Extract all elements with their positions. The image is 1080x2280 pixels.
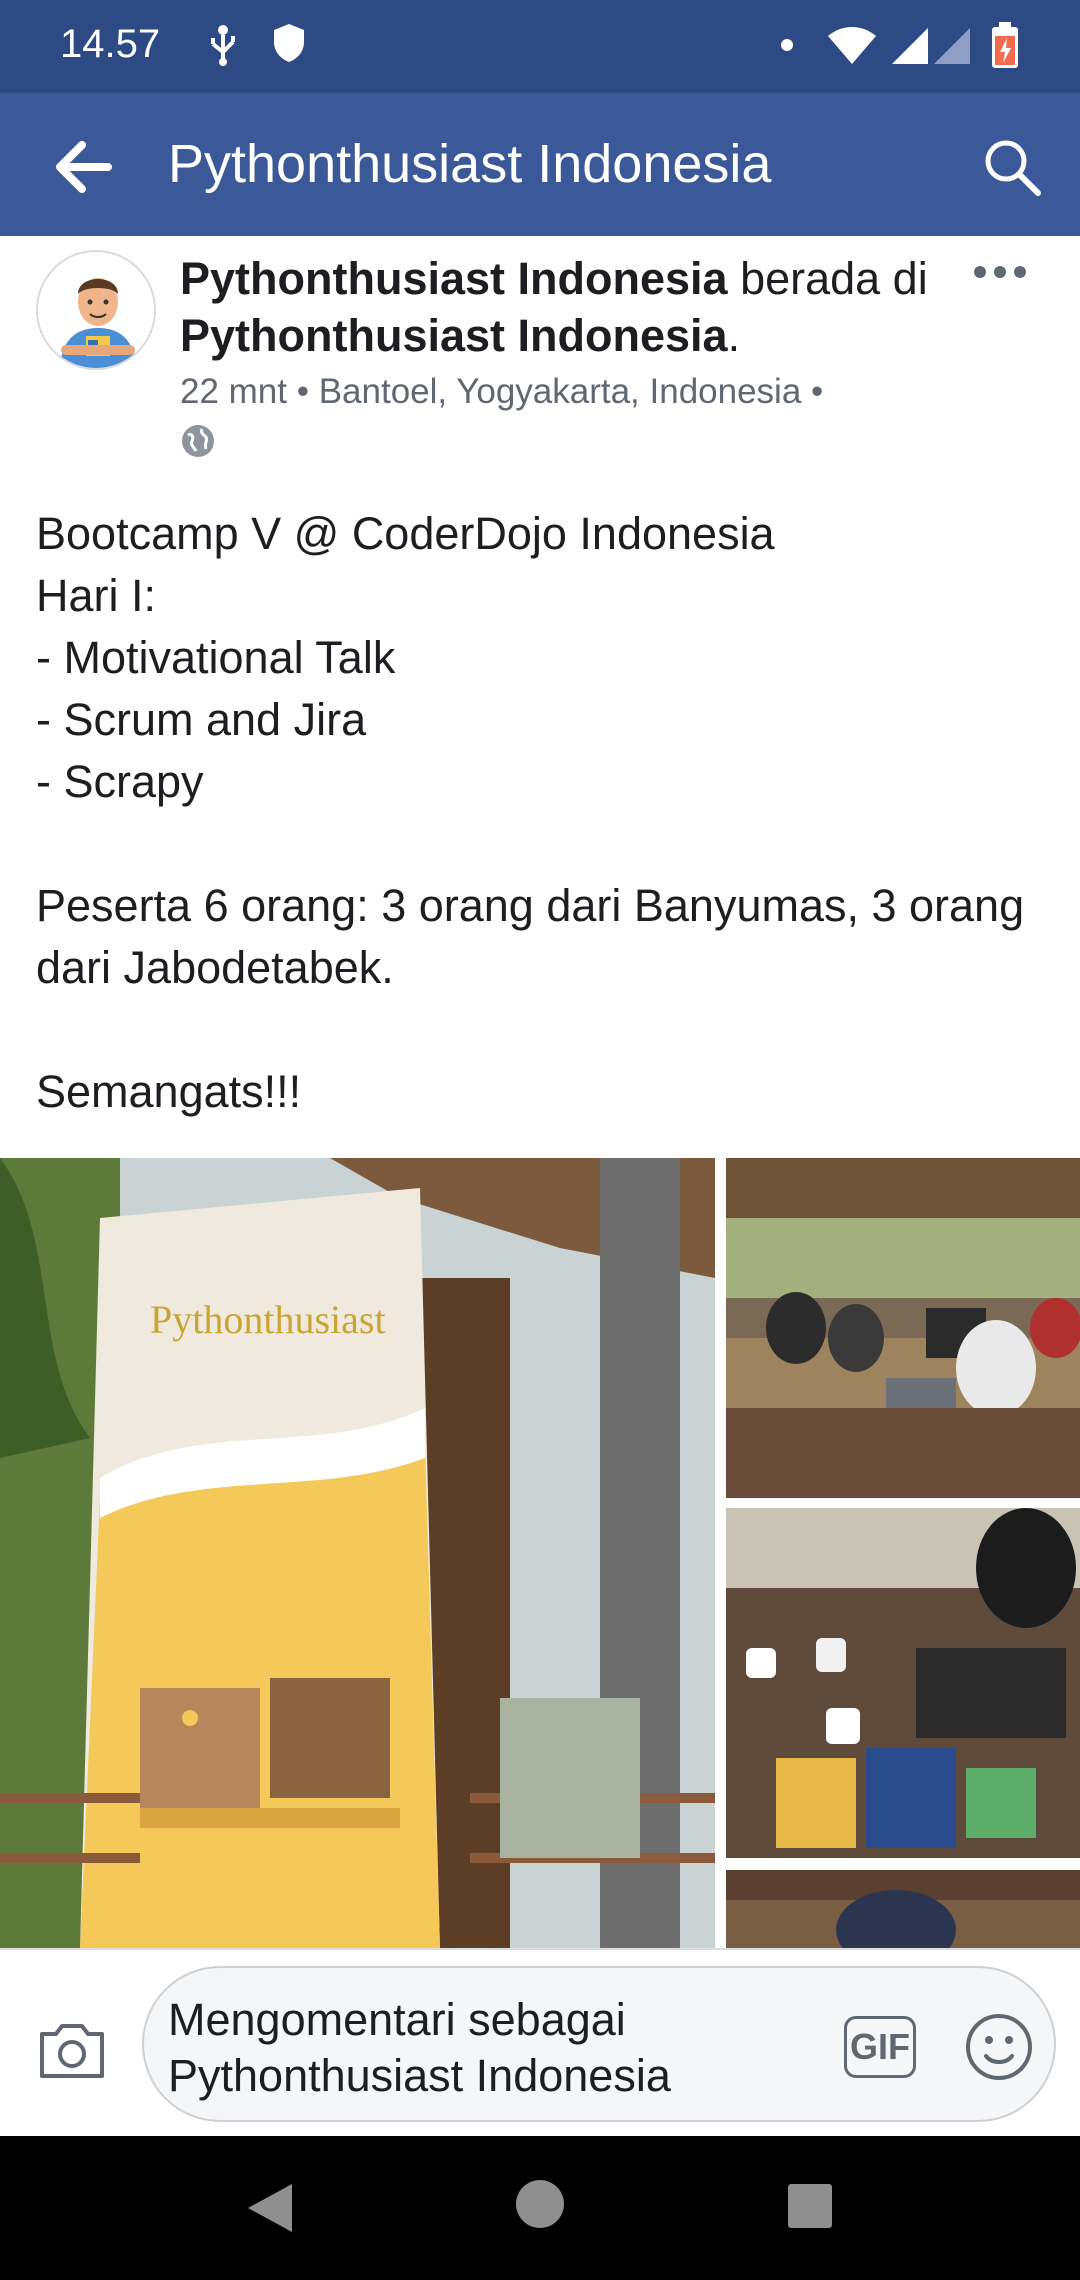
status-time: 14.57: [60, 22, 161, 66]
signal-icon: [892, 28, 970, 64]
comment-bar: Mengomentari sebagai Pythonthusiast Indo…: [0, 1948, 1080, 2136]
usb-debug-icon: [211, 25, 235, 66]
comment-placeholder: Mengomentari sebagai Pythonthusiast Indo…: [168, 1994, 671, 2101]
nav-recent-icon[interactable]: [788, 2184, 832, 2228]
workshop-photo-2[interactable]: [726, 1508, 1080, 1858]
comment-input[interactable]: Mengomentari sebagai Pythonthusiast Indo…: [142, 1966, 1056, 2122]
banner-photo[interactable]: Pythonthusiast: [0, 1158, 715, 1948]
battery-charging-icon: [992, 22, 1018, 68]
smiley-icon[interactable]: [964, 2012, 1034, 2082]
location-page-name[interactable]: Pythonthusiast Indonesia: [180, 310, 728, 361]
header-connector: berada di: [727, 253, 928, 304]
shield-icon: [274, 24, 304, 62]
banner-photo-illustration: Pythonthusiast: [0, 1158, 715, 1948]
avatar-illustration: [38, 252, 154, 368]
post-body: Bootcamp V @ CoderDojo Indonesia Hari I:…: [36, 508, 1025, 1117]
post-meta[interactable]: 22 mnt • Bantoel, Yogyakarta, Indonesia …: [180, 372, 823, 412]
app-bar: Pythonthusiast Indonesia: [0, 93, 1080, 236]
search-icon[interactable]: [976, 131, 1048, 203]
wifi-icon: [828, 27, 876, 64]
nav-back-icon[interactable]: [240, 2180, 300, 2236]
header-trailing: .: [727, 310, 741, 361]
post-header: Pythonthusiast Indonesia berada di Pytho…: [180, 250, 940, 364]
system-nav-bar: [0, 2136, 1080, 2280]
workshop-photo-3[interactable]: [726, 1870, 1080, 1948]
dot-icon: [781, 39, 793, 51]
globe-icon: [182, 425, 214, 457]
workshop-photo-1[interactable]: [726, 1158, 1080, 1498]
author-avatar[interactable]: [36, 250, 156, 370]
workshop-photo-2-illustration: [726, 1508, 1080, 1858]
workshop-photo-1-illustration: [726, 1158, 1080, 1498]
status-bar: 14.57: [0, 0, 1080, 93]
gif-button[interactable]: GIF: [844, 2016, 916, 2078]
more-horizontal-icon[interactable]: [972, 258, 1028, 286]
arrow-left-icon[interactable]: [48, 131, 120, 203]
workshop-photo-3-illustration: [726, 1870, 1080, 1948]
camera-icon[interactable]: [36, 2020, 108, 2082]
banner-text: Pythonthusiast: [150, 1297, 386, 1342]
author-name[interactable]: Pythonthusiast Indonesia: [180, 253, 728, 304]
nav-home-icon[interactable]: [516, 2180, 564, 2228]
page-title: Pythonthusiast Indonesia: [168, 134, 772, 194]
